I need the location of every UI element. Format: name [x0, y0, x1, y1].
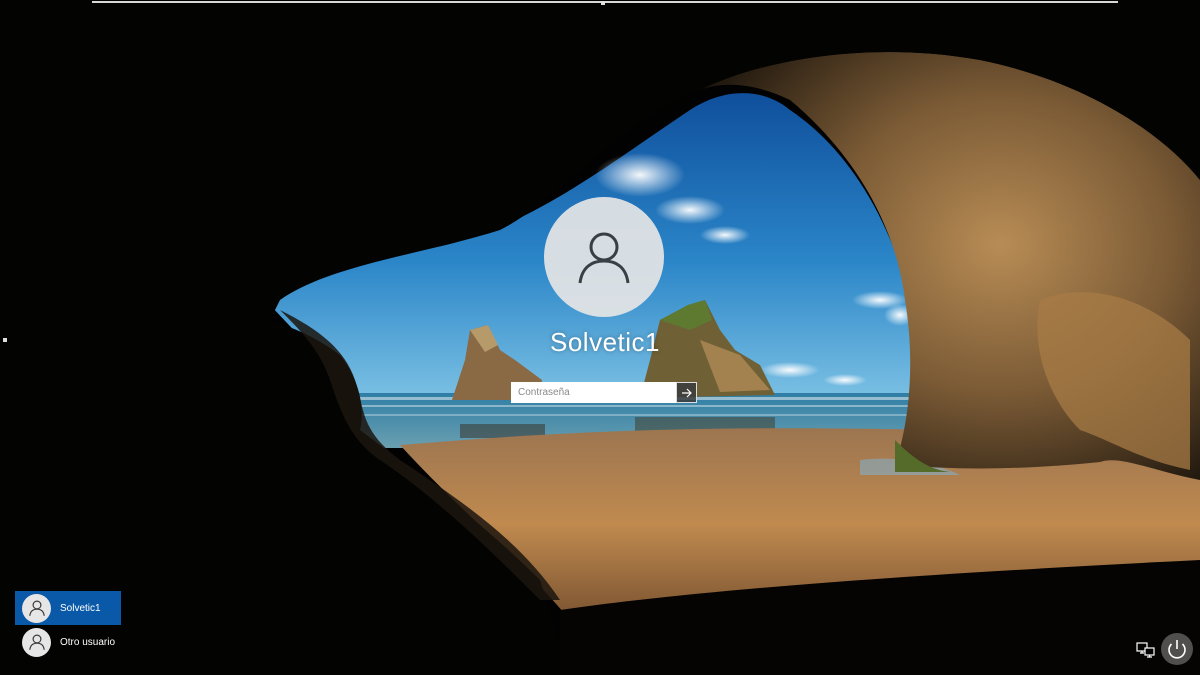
arrow-right-icon [681, 388, 692, 397]
user-icon [28, 600, 45, 616]
power-icon [1161, 633, 1193, 665]
user-item-label: Solvetic1 [60, 602, 101, 614]
login-username: Solvetic1 [550, 327, 660, 357]
submit-password-button[interactable] [676, 382, 697, 403]
selection-handle-top [601, 1, 605, 5]
user-avatar-large [544, 197, 664, 317]
top-border-line [92, 1, 1118, 3]
power-button[interactable] [1160, 632, 1194, 666]
network-button[interactable] [1136, 640, 1156, 660]
user-icon [28, 634, 45, 650]
password-field-group [511, 382, 697, 403]
user-item-solvetic1[interactable]: Solvetic1 [15, 591, 121, 625]
user-icon [578, 232, 630, 284]
password-input[interactable] [511, 382, 676, 403]
user-item-label: Otro usuario [60, 636, 116, 648]
user-item-other-user[interactable]: Otro usuario [15, 625, 121, 659]
user-avatar-small [22, 627, 51, 657]
selection-handle-left [3, 338, 7, 342]
user-switcher: Solvetic1 Otro usuario [15, 591, 121, 659]
user-avatar-small [22, 593, 51, 623]
network-icon [1136, 642, 1155, 658]
